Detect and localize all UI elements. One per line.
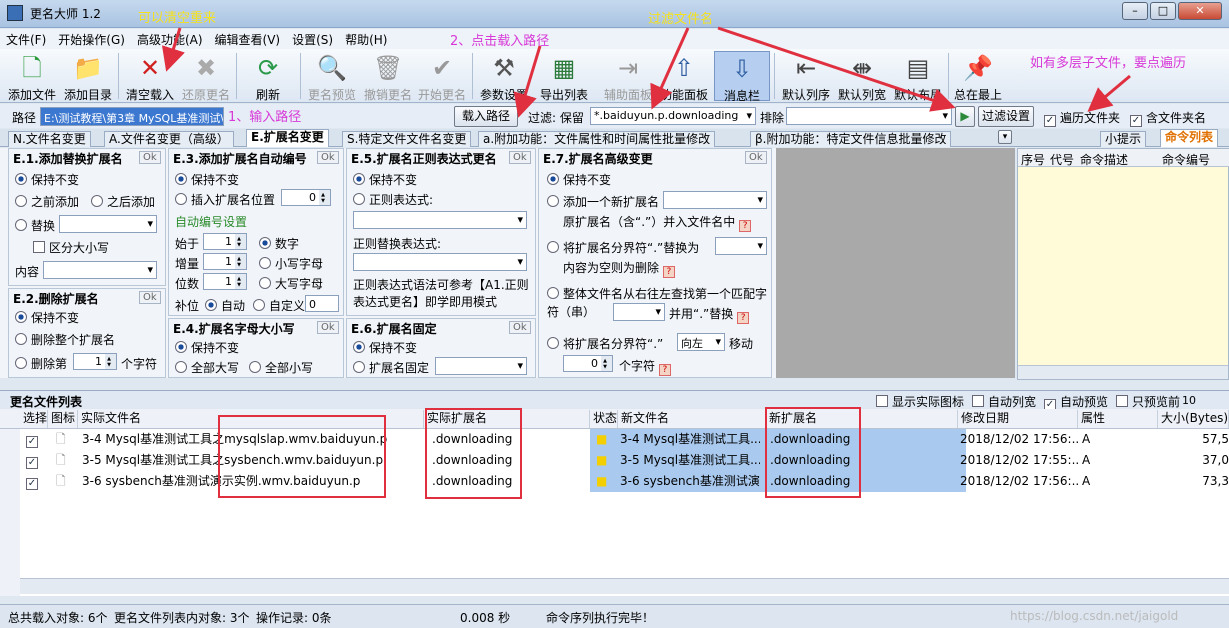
arrow-load — [513, 45, 542, 118]
arrow-clear — [161, 27, 185, 72]
arrow-filter — [650, 27, 690, 110]
annotation-arrows — [161, 26, 1131, 118]
arrow-recurse — [1087, 74, 1131, 112]
arrow-filter-apply — [717, 26, 956, 112]
